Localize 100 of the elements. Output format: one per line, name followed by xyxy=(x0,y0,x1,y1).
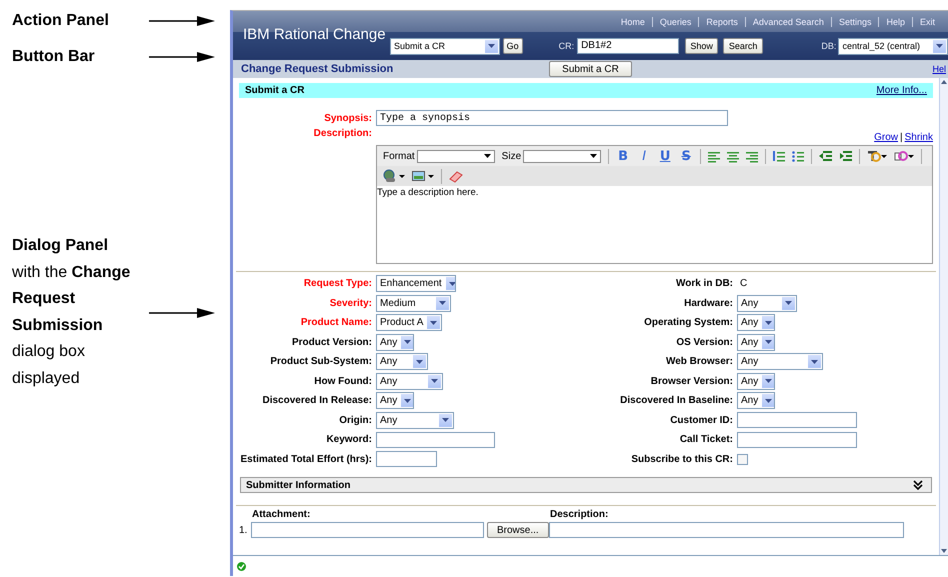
format-button[interactable]: I xyxy=(637,148,652,164)
annotation-text: Dialog Panel with the Change Request Submission dialog box displayed xyxy=(12,236,132,389)
search-button[interactable]: Search xyxy=(722,38,764,54)
dropdown[interactable]: Product A xyxy=(376,314,442,332)
checkbox[interactable] xyxy=(737,454,748,465)
chevron-down-icon xyxy=(488,44,495,48)
input-field[interactable] xyxy=(376,432,495,448)
field-label: Hardware: xyxy=(683,298,733,309)
text-color-icon[interactable] xyxy=(867,149,888,163)
format-dropdown[interactable] xyxy=(416,150,495,162)
bullet-list-icon[interactable] xyxy=(792,149,804,163)
dropdown[interactable]: Any xyxy=(737,314,775,332)
input-field[interactable] xyxy=(737,412,857,428)
field-label: Synopsis: xyxy=(323,112,372,124)
chevron-down-icon xyxy=(448,282,455,286)
page-title: Change Request Submission xyxy=(240,63,394,75)
grow-link[interactable]: Grow xyxy=(874,132,898,143)
chevron-down-icon xyxy=(431,379,438,384)
field-label: Customer ID: xyxy=(669,414,733,426)
field-label: Description: xyxy=(312,128,372,141)
dropdown[interactable]: Any xyxy=(376,392,414,410)
align-center-icon[interactable] xyxy=(727,149,740,163)
dropdown[interactable]: Any xyxy=(376,353,428,370)
check-circle-icon xyxy=(237,562,246,570)
globe-link-icon[interactable] xyxy=(383,169,405,183)
shrink-link[interactable]: Shrink xyxy=(904,132,933,143)
chevron-down-icon xyxy=(765,379,772,384)
browse-button[interactable]: Browse... xyxy=(487,522,549,538)
field-label: Origin: xyxy=(338,414,372,426)
align-right-icon[interactable] xyxy=(746,149,758,163)
pointer-arrow xyxy=(149,308,215,318)
image-icon[interactable] xyxy=(412,169,434,183)
pointer-arrow xyxy=(149,16,215,26)
dropdown[interactable]: Any xyxy=(737,353,823,370)
submit-button[interactable]: Submit a CR xyxy=(549,61,632,77)
field-label: Request Type: xyxy=(302,278,372,290)
input-field[interactable] xyxy=(376,451,437,468)
chevron-down-icon xyxy=(404,398,412,403)
numbered-list-icon[interactable] xyxy=(773,149,786,163)
format-button[interactable]: U xyxy=(658,148,672,164)
field-label: How Found: xyxy=(313,376,372,387)
format-label: Format xyxy=(383,150,415,162)
chevron-down-icon xyxy=(765,340,772,344)
chevron-down-icon xyxy=(765,398,772,403)
annotation-label: Button Bar xyxy=(12,48,95,66)
dropdown[interactable]: Any xyxy=(376,334,414,351)
nav-link[interactable]: Reports xyxy=(698,16,745,26)
caret-icon xyxy=(484,154,491,158)
field-label: Keyword: xyxy=(325,434,372,446)
cr-label: CR: xyxy=(558,41,574,51)
nav-link[interactable]: Queries xyxy=(652,16,698,26)
chevron-down-icon xyxy=(936,44,943,48)
eraser-icon[interactable] xyxy=(449,169,463,183)
scrollbar[interactable] xyxy=(939,78,948,555)
field-label: Discovered In Release: xyxy=(262,395,372,406)
dropdown[interactable]: Any xyxy=(737,372,775,390)
chevron-down-icon xyxy=(439,301,446,306)
dropdown[interactable]: Any xyxy=(376,412,454,429)
input-field[interactable] xyxy=(549,522,904,538)
link-separator: | xyxy=(900,132,903,143)
scroll-down-icon[interactable] xyxy=(940,547,948,555)
field-label: Web Browser: xyxy=(664,356,733,368)
show-button[interactable]: Show xyxy=(685,38,718,54)
format-button[interactable]: B xyxy=(616,148,630,164)
field-value: C xyxy=(739,278,748,290)
dropdown[interactable]: Submit a CR xyxy=(390,38,500,54)
truncated-link[interactable]: Hel xyxy=(932,64,948,74)
collapsible-section[interactable]: Submitter Information xyxy=(240,477,932,493)
indent-icon[interactable] xyxy=(839,149,852,163)
nav-link[interactable]: Settings xyxy=(830,16,878,26)
field-label: Subscribe to this CR: xyxy=(630,454,733,465)
attachment-label: Attachment: xyxy=(251,508,312,522)
size-dropdown[interactable] xyxy=(523,150,602,162)
dropdown[interactable]: Medium xyxy=(376,294,451,312)
dropdown[interactable]: Any xyxy=(737,392,775,410)
chevron-down-icon xyxy=(785,301,792,306)
chevron-down-icon xyxy=(416,360,423,364)
field-label: Call Ticket: xyxy=(678,434,733,446)
row-number: 1. xyxy=(239,524,248,536)
more-info-link[interactable]: More Info... xyxy=(876,85,927,96)
outdent-icon[interactable] xyxy=(819,149,832,163)
dropdown[interactable]: central_52 (central) xyxy=(838,38,948,54)
highlight-color-icon[interactable] xyxy=(894,149,914,163)
align-left-icon[interactable] xyxy=(708,149,720,163)
cr-field[interactable]: DB1#2 xyxy=(577,38,680,54)
input-field[interactable] xyxy=(737,432,857,448)
field-label: Browser Version: xyxy=(650,376,733,387)
db-label: DB: xyxy=(821,41,836,51)
rich-text-editor[interactable]: Format Size B I U S Type a description here. xyxy=(376,145,933,264)
field-label: Product Name: xyxy=(300,317,372,328)
file-field[interactable] xyxy=(251,522,484,538)
dropdown[interactable]: Any xyxy=(737,334,775,351)
pointer-arrow xyxy=(149,52,215,62)
dropdown[interactable]: Any xyxy=(737,294,797,312)
go-button[interactable]: Go xyxy=(502,38,523,54)
dropdown[interactable]: Any xyxy=(376,372,443,390)
dropdown[interactable]: Enhancement xyxy=(376,275,456,292)
format-button[interactable]: S xyxy=(679,148,694,164)
field-label: Operating System: xyxy=(643,317,733,328)
synopsis-field[interactable]: Type a synopsis xyxy=(376,110,728,126)
